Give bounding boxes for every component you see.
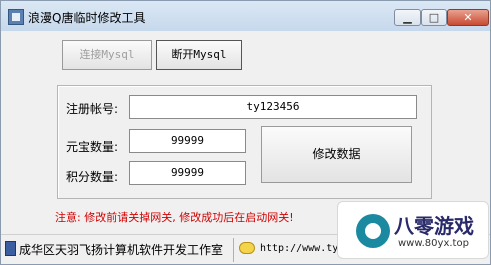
watermark-url: www.80yx.top [398, 238, 469, 249]
chat-icon [239, 242, 255, 254]
computer-icon [5, 241, 16, 256]
warning-notice: 注意: 修改前请关掉网关, 修改成功后在启动网关! [55, 211, 294, 224]
username-label: 注册帐号: [66, 102, 119, 116]
minimize-button[interactable]: ▁ [394, 9, 421, 26]
maximize-button[interactable]: □ [421, 9, 447, 26]
yuanbao-field[interactable]: 99999 [129, 129, 246, 153]
watermark-icon [356, 214, 390, 248]
close-button[interactable]: ✕ [447, 9, 489, 26]
modify-data-button[interactable]: 修改数据 [261, 126, 412, 183]
jifen-field[interactable]: 99999 [129, 161, 246, 185]
app-window: 浪漫Q唐临时修改工具 ▁ □ ✕ 连接Mysql 断开Mysql 注册帐号: t… [0, 0, 491, 265]
watermark-logo: 八零游戏 www.80yx.top [337, 201, 489, 259]
watermark-brand: 八零游戏 [394, 214, 474, 238]
window-title: 浪漫Q唐临时修改工具 [28, 11, 146, 25]
status-separator [233, 238, 234, 262]
jifen-label: 积分数量: [66, 170, 119, 184]
title-bar: 浪漫Q唐临时修改工具 ▁ □ ✕ [1, 1, 490, 31]
status-text: 成华区天羽飞扬计算机软件开发工作室 [19, 243, 224, 257]
connect-mysql-button[interactable]: 连接Mysql [62, 40, 152, 70]
username-field[interactable]: ty123456 [129, 95, 417, 119]
disconnect-mysql-button[interactable]: 断开Mysql [156, 40, 242, 70]
app-icon [8, 9, 24, 25]
yuanbao-label: 元宝数量: [66, 140, 119, 154]
